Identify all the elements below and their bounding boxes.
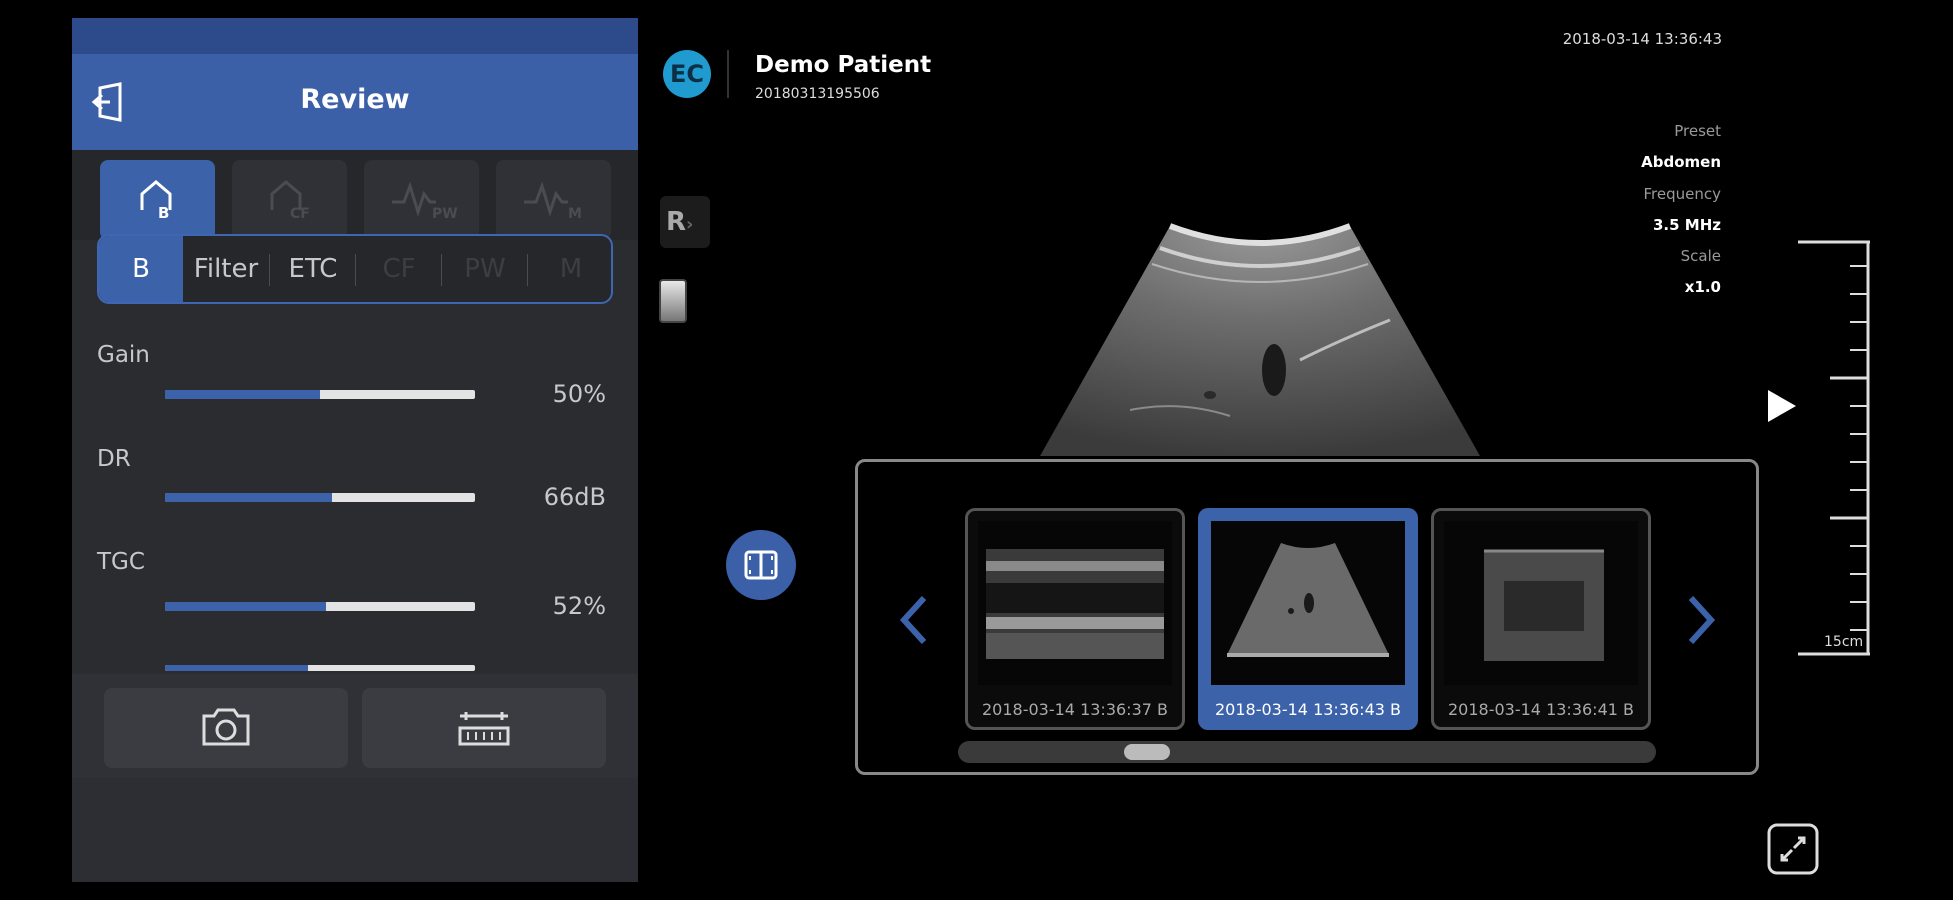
thumbnail-image [978,521,1172,685]
svg-text:B: B [158,204,169,222]
thumbnail-scrollbar[interactable] [958,741,1656,763]
next-param-slider[interactable] [165,665,475,671]
ultrasound-screen: Review B CF PW M B Filter ETC CF PW M Ga… [0,0,1953,900]
grayscale-bar [659,279,687,323]
m-mode-icon: M [524,181,582,222]
depth-label: 15cm [1824,634,1864,650]
dr-label: DR [97,446,131,472]
thumbnail-3[interactable]: 2018-03-14 13:36:41 B [1431,508,1651,730]
b-mode-icon: B [140,180,172,222]
focus-marker[interactable] [1768,390,1796,422]
gain-slider-fill [165,390,320,399]
chevron-right-icon: › [686,214,694,235]
tab-m[interactable]: M [529,236,611,302]
tab-divider [355,254,356,286]
tab-b[interactable]: B [99,236,183,302]
dr-slider-fill [165,493,333,502]
panel-top-strip [72,18,638,54]
frequency-label: Frequency [1643,185,1722,203]
gain-slider[interactable] [165,390,475,399]
patient-id: 20180313195506 [755,86,880,102]
pw-mode-button[interactable]: PW [364,160,479,240]
thumbnail-caption: 2018-03-14 13:36:41 B [1448,700,1634,719]
tab-pw[interactable]: PW [443,236,527,302]
tab-divider [269,254,270,286]
review-panel: Review B CF PW M B Filter ETC CF PW M Ga… [72,18,638,882]
tab-filter[interactable]: Filter [183,236,269,302]
thumbnail-caption: 2018-03-14 13:36:37 B [982,700,1168,719]
orientation-button[interactable]: R› [660,196,710,248]
cf-mode-button[interactable]: CF [232,160,347,240]
tgc-slider[interactable] [165,602,475,611]
next-param-slider-fill [165,665,308,671]
scale-label: Scale [1680,247,1721,265]
exam-datetime: 2018-03-14 13:36:43 [1562,30,1722,48]
gain-label: Gain [97,342,150,368]
dr-slider[interactable] [165,493,475,502]
svg-text:CF: CF [290,206,310,222]
pw-mode-icon: PW [392,181,458,222]
review-thumbnails-panel: 2018-03-14 13:36:37 B 2018-03-14 13:36:4… [855,459,1759,775]
tgc-label: TGC [97,549,145,575]
orientation-label: R [666,207,687,237]
company-logo: EC [663,50,711,98]
thumbnail-image [1211,521,1405,685]
tab-etc[interactable]: ETC [271,236,355,302]
panel-footer [72,778,638,882]
tgc-slider-fill [165,602,327,611]
scale-value: x1.0 [1684,278,1721,296]
measure-button[interactable] [362,688,606,768]
preset-value: Abdomen [1641,153,1721,171]
cf-mode-icon: CF [270,180,310,222]
next-arrow-icon[interactable] [1681,590,1721,650]
header-divider [727,50,729,98]
m-mode-button[interactable]: M [496,160,611,240]
fullscreen-icon[interactable] [1766,822,1820,876]
dr-value: 66dB [543,483,606,511]
ruler-icon [458,712,510,746]
gain-value: 50% [552,380,606,408]
tool-buttons [72,674,638,778]
scrollbar-thumb[interactable] [1124,744,1170,760]
tgc-value: 52% [552,592,606,620]
svg-text:PW: PW [432,206,458,222]
thumbnail-1[interactable]: 2018-03-14 13:36:37 B [965,508,1185,730]
b-mode-button[interactable]: B [100,160,215,240]
preset-label: Preset [1674,122,1721,140]
film-strip-icon [744,550,778,580]
tab-divider [527,254,528,286]
parameter-tabs: B Filter ETC CF PW M [97,234,613,304]
capture-button[interactable] [104,688,348,768]
panel-header: Review [72,54,638,150]
thumbnail-2[interactable]: 2018-03-14 13:36:43 B [1198,508,1418,730]
tab-cf[interactable]: CF [357,236,441,302]
thumbnail-caption: 2018-03-14 13:36:43 B [1215,700,1401,719]
ultrasound-image [1040,223,1480,456]
depth-scale [1798,240,1870,656]
frequency-value: 3.5 MHz [1652,216,1721,234]
patient-name: Demo Patient [755,52,932,78]
panel-title: Review [300,84,410,115]
camera-icon [202,708,250,746]
cine-review-button[interactable] [726,530,796,600]
thumbnail-image [1444,521,1638,685]
svg-text:M: M [568,206,582,222]
mode-buttons: B CF PW M [72,150,638,240]
previous-arrow-icon[interactable] [894,590,934,650]
tab-divider [441,254,442,286]
